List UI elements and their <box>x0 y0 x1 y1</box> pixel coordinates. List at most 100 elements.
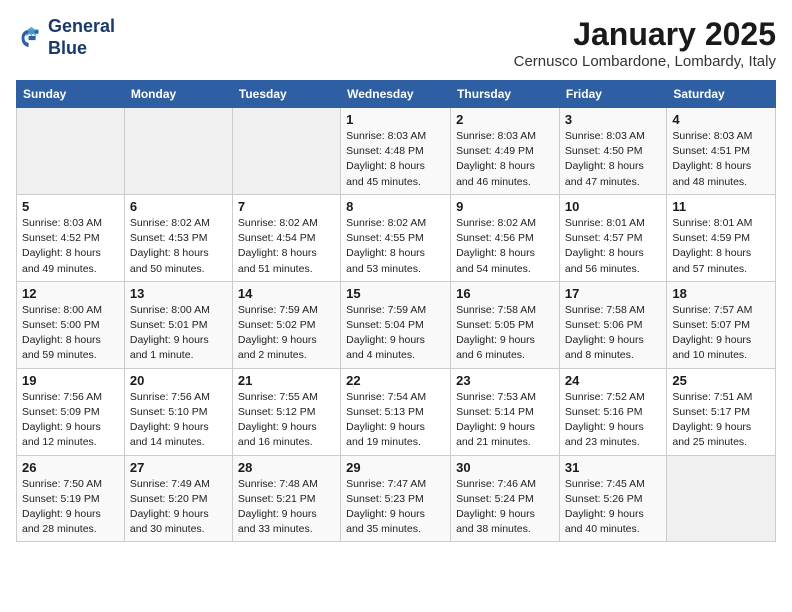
day-number: 23 <box>456 373 554 388</box>
day-number: 8 <box>346 199 445 214</box>
day-info: Sunrise: 8:03 AMSunset: 4:50 PMDaylight:… <box>565 129 661 190</box>
day-info: Sunrise: 7:54 AMSunset: 5:13 PMDaylight:… <box>346 390 445 451</box>
calendar-cell: 5 Sunrise: 8:03 AMSunset: 4:52 PMDaylight… <box>17 194 125 281</box>
day-info: Sunrise: 8:02 AMSunset: 4:53 PMDaylight:… <box>130 216 227 277</box>
day-number: 29 <box>346 460 445 475</box>
column-header-sunday: Sunday <box>17 81 125 108</box>
calendar-cell: 30Sunrise: 7:46 AMSunset: 5:24 PMDayligh… <box>451 455 560 542</box>
day-number: 10 <box>565 199 661 214</box>
day-info: Sunrise: 7:47 AMSunset: 5:23 PMDaylight:… <box>346 477 445 538</box>
day-info: Sunrise: 7:56 AMSunset: 5:09 PMDaylight:… <box>22 390 119 451</box>
calendar-cell <box>232 108 340 195</box>
calendar-cell: 26 Sunrise: 7:50 AMSunset: 5:19 PMDayligh… <box>17 455 125 542</box>
day-number: 7 <box>238 199 335 214</box>
day-number: 20 <box>130 373 227 388</box>
day-info: Sunrise: 7:56 AMSunset: 5:10 PMDaylight:… <box>130 390 227 451</box>
day-info: Sunrise: 8:02 AMSunset: 4:55 PMDaylight:… <box>346 216 445 277</box>
calendar-cell: 1Sunrise: 8:03 AMSunset: 4:48 PMDaylight… <box>341 108 451 195</box>
calendar-cell: 20 Sunrise: 7:56 AMSunset: 5:10 PMDayligh… <box>124 368 232 455</box>
calendar-cell: 9Sunrise: 8:02 AMSunset: 4:56 PMDaylight… <box>451 194 560 281</box>
day-info: Sunrise: 8:01 AMSunset: 4:59 PMDaylight:… <box>672 216 770 277</box>
week-row-1: 1Sunrise: 8:03 AMSunset: 4:48 PMDaylight… <box>17 108 776 195</box>
day-info: Sunrise: 7:52 AMSunset: 5:16 PMDaylight:… <box>565 390 661 451</box>
week-row-4: 19 Sunrise: 7:56 AMSunset: 5:09 PMDayligh… <box>17 368 776 455</box>
day-info: Sunrise: 7:49 AMSunset: 5:20 PMDaylight:… <box>130 477 227 538</box>
calendar-cell: 23Sunrise: 7:53 AMSunset: 5:14 PMDayligh… <box>451 368 560 455</box>
day-number: 12 <box>22 286 119 301</box>
logo-text: General Blue <box>48 16 115 59</box>
calendar-cell: 14 Sunrise: 7:59 AMSunset: 5:02 PMDayligh… <box>232 281 340 368</box>
day-info: Sunrise: 7:59 AMSunset: 5:02 PMDaylight:… <box>238 303 335 364</box>
day-number: 13 <box>130 286 227 301</box>
column-header-tuesday: Tuesday <box>232 81 340 108</box>
day-number: 16 <box>456 286 554 301</box>
day-info: Sunrise: 7:45 AMSunset: 5:26 PMDaylight:… <box>565 477 661 538</box>
calendar-body: 1Sunrise: 8:03 AMSunset: 4:48 PMDaylight… <box>17 108 776 542</box>
day-number: 21 <box>238 373 335 388</box>
day-info: Sunrise: 8:03 AMSunset: 4:51 PMDaylight:… <box>672 129 770 190</box>
calendar-cell: 21 Sunrise: 7:55 AMSunset: 5:12 PMDayligh… <box>232 368 340 455</box>
day-info: Sunrise: 7:59 AMSunset: 5:04 PMDaylight:… <box>346 303 445 364</box>
day-info: Sunrise: 7:57 AMSunset: 5:07 PMDaylight:… <box>672 303 770 364</box>
calendar-cell: 19 Sunrise: 7:56 AMSunset: 5:09 PMDayligh… <box>17 368 125 455</box>
day-info: Sunrise: 8:00 AMSunset: 5:00 PMDaylight:… <box>22 303 119 364</box>
calendar-cell: 8 Sunrise: 8:02 AMSunset: 4:55 PMDaylight… <box>341 194 451 281</box>
calendar-cell: 18 Sunrise: 7:57 AMSunset: 5:07 PMDayligh… <box>667 281 776 368</box>
week-row-3: 12 Sunrise: 8:00 AMSunset: 5:00 PMDayligh… <box>17 281 776 368</box>
logo-icon <box>16 24 44 52</box>
week-row-5: 26 Sunrise: 7:50 AMSunset: 5:19 PMDayligh… <box>17 455 776 542</box>
calendar-table: SundayMondayTuesdayWednesdayThursdayFrid… <box>16 80 776 542</box>
day-number: 11 <box>672 199 770 214</box>
day-info: Sunrise: 8:01 AMSunset: 4:57 PMDaylight:… <box>565 216 661 277</box>
calendar-cell: 25 Sunrise: 7:51 AMSunset: 5:17 PMDayligh… <box>667 368 776 455</box>
calendar-cell: 22 Sunrise: 7:54 AMSunset: 5:13 PMDayligh… <box>341 368 451 455</box>
column-header-friday: Friday <box>559 81 666 108</box>
day-number: 6 <box>130 199 227 214</box>
day-info: Sunrise: 7:58 AMSunset: 5:06 PMDaylight:… <box>565 303 661 364</box>
column-header-wednesday: Wednesday <box>341 81 451 108</box>
calendar-header-row: SundayMondayTuesdayWednesdayThursdayFrid… <box>17 81 776 108</box>
title-block: January 2025 Cernusco Lombardone, Lombar… <box>514 16 776 70</box>
calendar-cell: 17 Sunrise: 7:58 AMSunset: 5:06 PMDayligh… <box>559 281 666 368</box>
calendar-cell: 13 Sunrise: 8:00 AMSunset: 5:01 PMDayligh… <box>124 281 232 368</box>
day-number: 19 <box>22 373 119 388</box>
day-number: 27 <box>130 460 227 475</box>
calendar-cell: 3Sunrise: 8:03 AMSunset: 4:50 PMDaylight… <box>559 108 666 195</box>
calendar-cell <box>124 108 232 195</box>
logo: General Blue <box>16 16 115 59</box>
page-header: General Blue January 2025 Cernusco Lomba… <box>16 16 776 70</box>
day-number: 26 <box>22 460 119 475</box>
day-number: 14 <box>238 286 335 301</box>
day-number: 17 <box>565 286 661 301</box>
calendar-cell: 31 Sunrise: 7:45 AMSunset: 5:26 PMDayligh… <box>559 455 666 542</box>
day-info: Sunrise: 8:00 AMSunset: 5:01 PMDaylight:… <box>130 303 227 364</box>
day-number: 25 <box>672 373 770 388</box>
calendar-cell: 12 Sunrise: 8:00 AMSunset: 5:00 PMDayligh… <box>17 281 125 368</box>
day-number: 2 <box>456 112 554 127</box>
day-number: 24 <box>565 373 661 388</box>
calendar-cell: 7Sunrise: 8:02 AMSunset: 4:54 PMDaylight… <box>232 194 340 281</box>
calendar-cell: 10 Sunrise: 8:01 AMSunset: 4:57 PMDayligh… <box>559 194 666 281</box>
calendar-cell <box>17 108 125 195</box>
calendar-cell: 28Sunrise: 7:48 AMSunset: 5:21 PMDayligh… <box>232 455 340 542</box>
calendar-cell: 11 Sunrise: 8:01 AMSunset: 4:59 PMDayligh… <box>667 194 776 281</box>
day-info: Sunrise: 7:48 AMSunset: 5:21 PMDaylight:… <box>238 477 335 538</box>
day-number: 31 <box>565 460 661 475</box>
day-number: 22 <box>346 373 445 388</box>
column-header-saturday: Saturday <box>667 81 776 108</box>
day-info: Sunrise: 7:51 AMSunset: 5:17 PMDaylight:… <box>672 390 770 451</box>
day-number: 30 <box>456 460 554 475</box>
column-header-monday: Monday <box>124 81 232 108</box>
day-number: 4 <box>672 112 770 127</box>
calendar-cell: 4 Sunrise: 8:03 AMSunset: 4:51 PMDaylight… <box>667 108 776 195</box>
calendar-cell: 27 Sunrise: 7:49 AMSunset: 5:20 PMDayligh… <box>124 455 232 542</box>
day-info: Sunrise: 8:03 AMSunset: 4:52 PMDaylight:… <box>22 216 119 277</box>
day-info: Sunrise: 7:55 AMSunset: 5:12 PMDaylight:… <box>238 390 335 451</box>
day-number: 5 <box>22 199 119 214</box>
day-info: Sunrise: 7:50 AMSunset: 5:19 PMDaylight:… <box>22 477 119 538</box>
calendar-cell <box>667 455 776 542</box>
calendar-title: January 2025 <box>514 16 776 53</box>
calendar-cell: 6 Sunrise: 8:02 AMSunset: 4:53 PMDaylight… <box>124 194 232 281</box>
day-number: 18 <box>672 286 770 301</box>
calendar-cell: 24 Sunrise: 7:52 AMSunset: 5:16 PMDayligh… <box>559 368 666 455</box>
